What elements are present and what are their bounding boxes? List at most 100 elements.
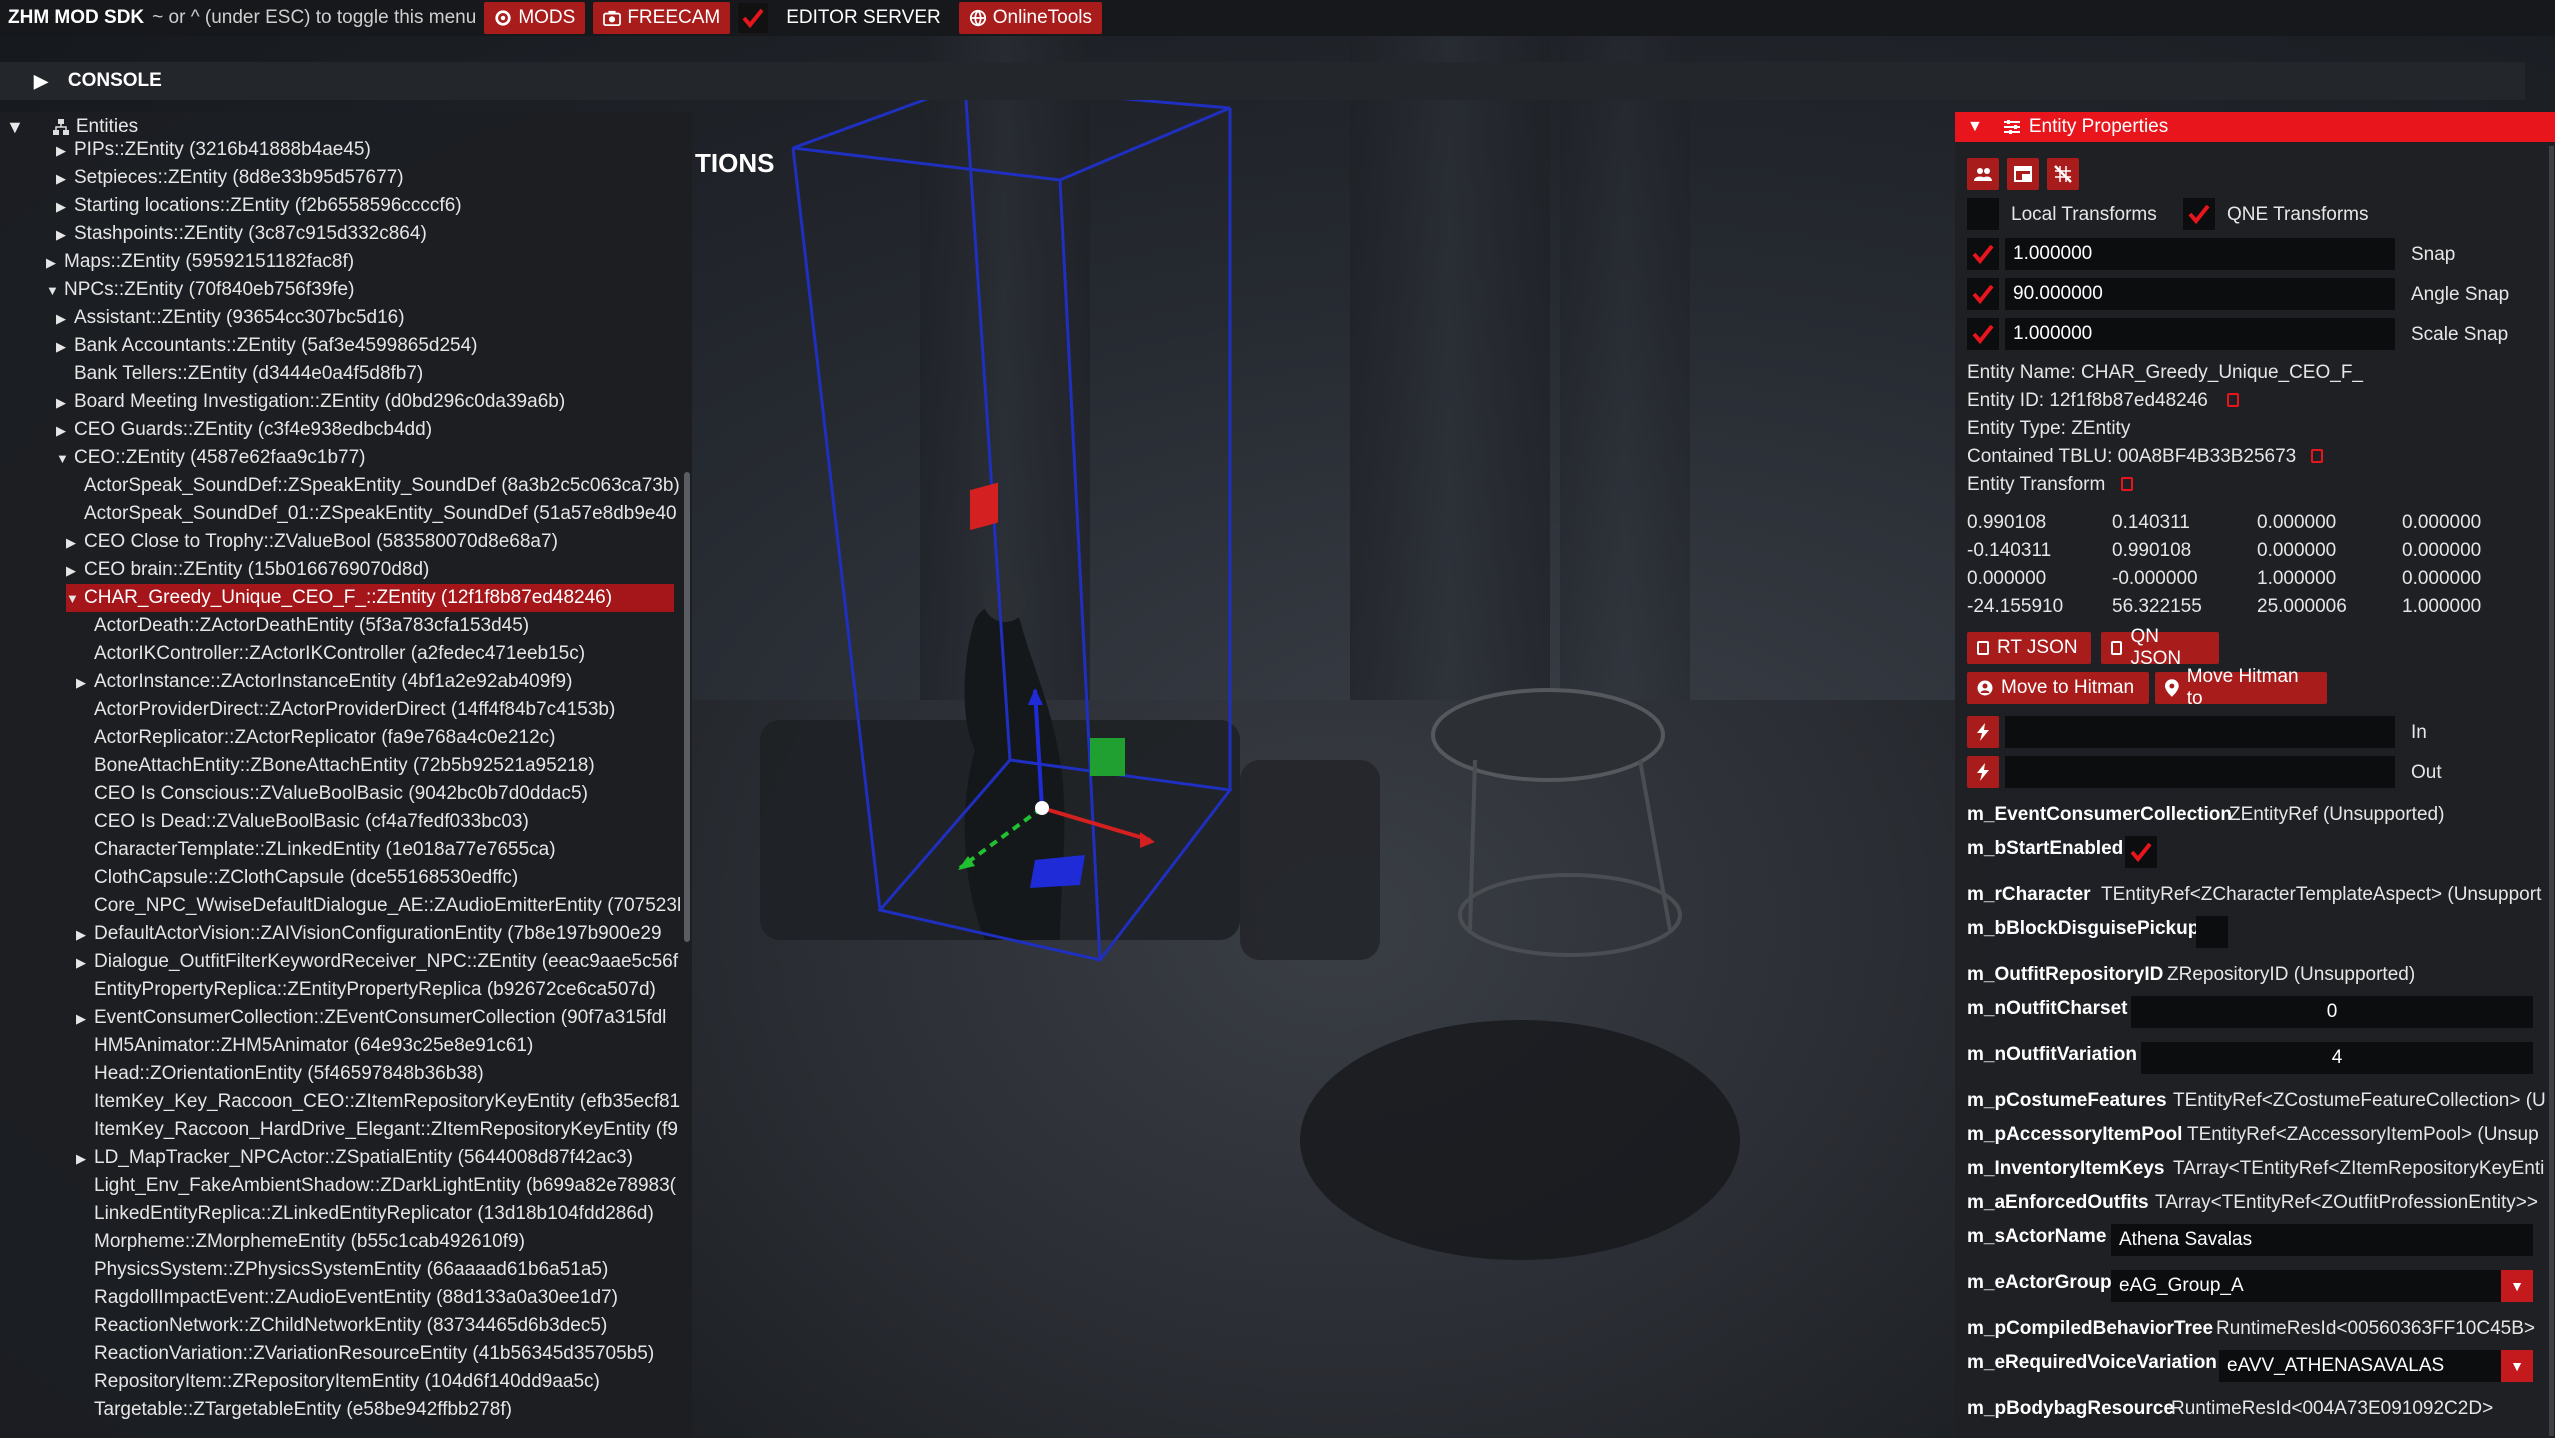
- tree-row[interactable]: ▼ CHAR_Greedy_Unique_CEO_F_::ZEntity (12f…: [66, 584, 674, 612]
- collapsed-arrow-icon[interactable]: ▶: [66, 529, 84, 557]
- outfit-charset-input[interactable]: 0: [2131, 996, 2533, 1028]
- collapsed-arrow-icon[interactable]: ▶: [56, 193, 74, 221]
- signal-in-button[interactable]: [1967, 716, 1999, 748]
- tree-row[interactable]: HM5Animator::ZHM5Animator (64e93c25e8e91…: [76, 1032, 674, 1060]
- snap-checkbox[interactable]: [1967, 238, 1999, 270]
- actor-name-input[interactable]: Athena Savalas: [2111, 1224, 2533, 1256]
- collapsed-arrow-icon[interactable]: ▶: [56, 333, 74, 361]
- editor-server-checkbox[interactable]: [738, 3, 769, 33]
- angle-snap-input[interactable]: 90.000000: [2005, 278, 2395, 310]
- tree-row[interactable]: ▼ NPCs::ZEntity (70f840eb756f39fe): [46, 276, 674, 304]
- tree-row[interactable]: ▶ ActorInstance::ZActorInstanceEntity (4b…: [76, 668, 674, 696]
- tree-row[interactable]: LinkedEntityReplica::ZLinkedEntityReplic…: [76, 1200, 674, 1228]
- tree-row[interactable]: ▶ LD_MapTracker_NPCActor::ZSpatialEntity …: [76, 1144, 674, 1172]
- expanded-arrow-icon[interactable]: ▼: [46, 277, 64, 305]
- local-transforms-checkbox[interactable]: [1967, 198, 1999, 230]
- snap-input[interactable]: 1.000000: [2005, 238, 2395, 270]
- tree-row[interactable]: ▶ Assistant::ZEntity (93654cc307bc5d16): [56, 304, 674, 332]
- tree-row[interactable]: ▶ CEO Close to Trophy::ZValueBool (583580…: [66, 528, 674, 556]
- collapsed-arrow-icon[interactable]: ▶: [76, 949, 94, 977]
- tree-row[interactable]: Light_Env_FakeAmbientShadow::ZDarkLightE…: [76, 1172, 676, 1200]
- block-disguise-checkbox[interactable]: [2196, 916, 2228, 948]
- online-tools-button[interactable]: OnlineTools: [958, 2, 1103, 34]
- copy-icon[interactable]: [2121, 477, 2133, 491]
- collapsed-arrow-icon[interactable]: ▶: [56, 305, 74, 333]
- signal-out-input[interactable]: [2005, 756, 2395, 788]
- rt-json-button[interactable]: RT JSON: [1967, 632, 2091, 664]
- collapsed-arrow-icon[interactable]: ▶: [56, 221, 74, 249]
- tree-row[interactable]: ItemKey_Raccoon_HardDrive_Elegant::ZItem…: [76, 1116, 678, 1144]
- qn-json-button[interactable]: QN JSON: [2101, 626, 2219, 669]
- tree-row[interactable]: ▶ EventConsumerCollection::ZEventConsumer…: [76, 1004, 674, 1032]
- tree-row[interactable]: ▶ Setpieces::ZEntity (8d8e33b95d57677): [56, 164, 674, 192]
- scale-snap-checkbox[interactable]: [1967, 318, 1999, 350]
- tree-row[interactable]: Head::ZOrientationEntity (5f46597848b36b…: [76, 1060, 674, 1088]
- tree-row[interactable]: ▶ Maps::ZEntity (59592151182fac8f): [46, 248, 674, 276]
- tree-row[interactable]: ▶ CEO Guards::ZEntity (c3f4e938edbcb4dd): [56, 416, 674, 444]
- dropdown-arrow-icon[interactable]: ▼: [2501, 1270, 2533, 1302]
- angle-snap-checkbox[interactable]: [1967, 278, 1999, 310]
- collapsed-arrow-icon[interactable]: ▶: [56, 389, 74, 417]
- tree-row[interactable]: ▶ Bank Accountants::ZEntity (5af3e4599865…: [56, 332, 674, 360]
- qne-transforms-checkbox[interactable]: [2183, 198, 2215, 230]
- collapsed-arrow-icon[interactable]: ▶: [46, 249, 64, 277]
- tree-row[interactable]: ActorSpeak_SoundDef::ZSpeakEntity_SoundD…: [66, 472, 680, 500]
- collapsed-arrow-icon[interactable]: ▶: [76, 921, 94, 949]
- tree-row[interactable]: ItemKey_Key_Raccoon_CEO::ZItemRepository…: [76, 1088, 680, 1116]
- tree-row[interactable]: RagdollImpactEvent::ZAudioEventEntity (8…: [76, 1284, 674, 1312]
- tree-row[interactable]: ActorSpeak_SoundDef_01::ZSpeakEntity_Sou…: [66, 500, 677, 528]
- voice-variation-select[interactable]: eAVV_ATHENASAVALAS: [2219, 1350, 2501, 1382]
- grid-off-icon-button[interactable]: [2047, 158, 2079, 190]
- tree-scrollbar[interactable]: [684, 472, 690, 942]
- properties-scrollbar[interactable]: [2549, 146, 2554, 1436]
- collapsed-arrow-icon[interactable]: ▶: [56, 137, 74, 165]
- tree-row[interactable]: ▶ Stashpoints::ZEntity (3c87c915d332c864): [56, 220, 674, 248]
- collapsed-arrow-icon[interactable]: ▶: [76, 1145, 94, 1173]
- window-icon-button[interactable]: [2007, 158, 2039, 190]
- tree-row[interactable]: ▶ Dialogue_OutfitFilterKeywordReceiver_NP…: [76, 948, 678, 977]
- tree-row[interactable]: ActorReplicator::ZActorReplicator (fa9e7…: [76, 724, 674, 752]
- tree-row[interactable]: PhysicsSystem::ZPhysicsSystemEntity (66a…: [76, 1256, 674, 1284]
- outfit-variation-input[interactable]: 4: [2141, 1042, 2533, 1074]
- tree-row[interactable]: ActorDeath::ZActorDeathEntity (5f3a783cf…: [76, 612, 674, 640]
- tree-row[interactable]: ▶ Starting locations::ZEntity (f2b6558596…: [56, 192, 674, 220]
- tree-row[interactable]: ▶ CEO brain::ZEntity (15b0166769070d8d): [66, 556, 674, 584]
- collapsed-arrow-icon[interactable]: ▶: [66, 557, 84, 585]
- mods-button[interactable]: MODS: [484, 2, 586, 34]
- tree-row[interactable]: CEO Is Dead::ZValueBoolBasic (cf4a7fedf0…: [76, 808, 674, 836]
- collapsed-arrow-icon[interactable]: ▶: [56, 417, 74, 445]
- move-to-hitman-button[interactable]: Move to Hitman: [1967, 672, 2149, 704]
- dropdown-arrow-icon[interactable]: ▼: [2501, 1350, 2533, 1382]
- tree-row[interactable]: ReactionVariation::ZVariationResourceEnt…: [76, 1340, 674, 1368]
- tree-row[interactable]: ▶ Board Meeting Investigation::ZEntity (d…: [56, 388, 674, 416]
- tree-row[interactable]: ActorIKController::ZActorIKController (a…: [76, 640, 674, 668]
- tree-row[interactable]: Targetable::ZTargetableEntity (e58be942f…: [76, 1396, 674, 1424]
- start-enabled-checkbox[interactable]: [2125, 836, 2157, 868]
- scale-snap-input[interactable]: 1.000000: [2005, 318, 2395, 350]
- console-header[interactable]: ▶ CONSOLE: [0, 62, 2525, 100]
- copy-icon[interactable]: [2227, 393, 2239, 407]
- tree-row[interactable]: EntityPropertyReplica::ZEntityPropertyRe…: [76, 976, 674, 1004]
- tree-row[interactable]: Core_NPC_WwiseDefaultDialogue_AE::ZAudio…: [76, 892, 681, 920]
- expanded-arrow-icon[interactable]: ▼: [66, 585, 84, 613]
- tree-row[interactable]: ▶ DefaultActorVision::ZAIVisionConfigurat…: [76, 920, 674, 948]
- tree-row[interactable]: ▼ CEO::ZEntity (4587e62faa9c1b77): [56, 444, 674, 472]
- tree-row[interactable]: Morpheme::ZMorphemeEntity (b55c1cab49261…: [76, 1228, 674, 1256]
- tree-row[interactable]: CharacterTemplate::ZLinkedEntity (1e018a…: [76, 836, 674, 864]
- tree-row[interactable]: ▶ PIPs::ZEntity (3216b41888b4ae45): [56, 136, 674, 164]
- signal-out-button[interactable]: [1967, 756, 1999, 788]
- people-icon-button[interactable]: [1967, 158, 1999, 190]
- tree-row[interactable]: Bank Tellers::ZEntity (d3444e0a4f5d8fb7): [56, 360, 674, 388]
- collapsed-arrow-icon[interactable]: ▶: [76, 1005, 94, 1033]
- collapsed-arrow-icon[interactable]: ▶: [76, 669, 94, 697]
- tree-row[interactable]: CEO Is Conscious::ZValueBoolBasic (9042b…: [76, 780, 674, 808]
- tree-row[interactable]: RepositoryItem::ZRepositoryItemEntity (1…: [76, 1368, 674, 1396]
- expanded-arrow-icon[interactable]: ▼: [56, 445, 74, 473]
- move-hitman-to-button[interactable]: Move Hitman to: [2155, 666, 2327, 709]
- tree-row[interactable]: ActorProviderDirect::ZActorProviderDirec…: [76, 696, 674, 724]
- tree-row[interactable]: ReactionNetwork::ZChildNetworkEntity (83…: [76, 1312, 674, 1340]
- entity-properties-header[interactable]: ▼ Entity Properties: [1955, 112, 2555, 142]
- tree-row[interactable]: ClothCapsule::ZClothCapsule (dce55168530…: [76, 864, 674, 892]
- copy-icon[interactable]: [2311, 449, 2323, 463]
- freecam-button[interactable]: FREECAM: [593, 2, 731, 34]
